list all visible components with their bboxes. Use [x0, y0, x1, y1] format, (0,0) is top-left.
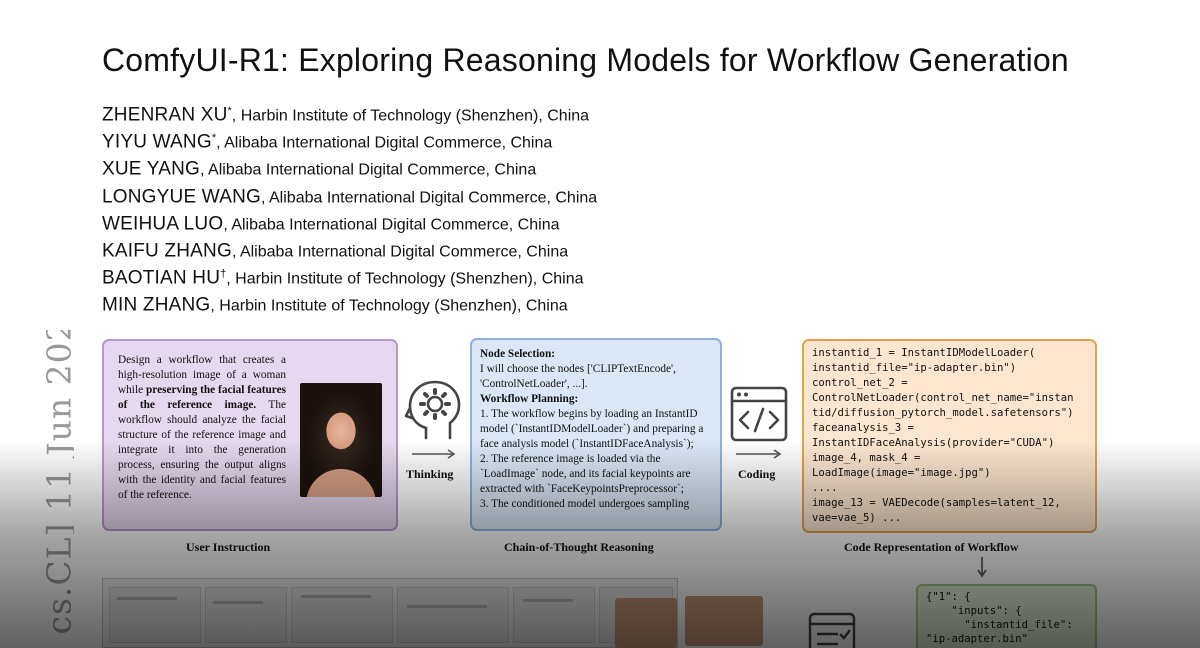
author-line: BAOTIAN HU†, Harbin Institute of Technol…: [102, 261, 597, 288]
author-name: BAOTIAN HU: [102, 267, 221, 289]
author-line: LONGYUE WANG, Alibaba International Digi…: [102, 180, 597, 207]
paper-page: cs.CL] 11 Jun 2025 ComfyUI-R1: Exploring…: [0, 0, 1200, 648]
author-line: KAIFU ZHANG, Alibaba International Digit…: [102, 234, 597, 261]
reference-face-image: [300, 383, 382, 497]
user-instruction-caption: User Instruction: [186, 540, 271, 554]
code-text: instantid_1 = InstantIDModelLoader( inst…: [812, 347, 1074, 524]
author-list: ZHENRAN XU*, Harbin Institute of Technol…: [102, 98, 597, 316]
paper-title: ComfyUI-R1: Exploring Reasoning Models f…: [102, 42, 1069, 78]
output-thumbnail: [615, 598, 677, 648]
thinking-label: Thinking: [406, 467, 454, 481]
output-thumbnail: [685, 596, 763, 646]
plan-step: 3. The conditioned model undergoes sampl…: [480, 498, 690, 510]
plan-step: 1. The workflow begins by loading an Ins…: [480, 408, 704, 450]
author-name: ZHENRAN XU: [102, 104, 228, 126]
author-name: KAIFU ZHANG: [102, 240, 232, 262]
author-affiliation: , Alibaba International Digital Commerce…: [223, 216, 560, 234]
down-arrow: [977, 557, 987, 578]
author-line: XUE YANG, Alibaba International Digital …: [102, 152, 597, 180]
author-line: MIN ZHANG, Harbin Institute of Technolog…: [102, 288, 597, 316]
cot-text: Node Selection: I will choose the nodes …: [480, 347, 716, 512]
code-representation-box: instantid_1 = InstantIDModelLoader( inst…: [802, 339, 1097, 533]
arxiv-stamp: cs.CL] 11 Jun 2025: [44, 330, 74, 648]
json-workflow-box: {"1": { "inputs": { "instantid_file": "i…: [916, 584, 1097, 648]
checklist-icon: [808, 612, 856, 648]
comfyui-screenshot: [102, 578, 678, 648]
user-instruction-text: Design a workflow that creates a high-re…: [118, 353, 286, 503]
author-name: LONGYUE WANG: [102, 185, 261, 207]
workflow-planning-heading: Workflow Planning:: [480, 393, 579, 405]
author-affiliation: , Alibaba International Digital Commerce…: [200, 161, 537, 179]
user-instruction-box: Design a workflow that creates a high-re…: [102, 339, 398, 531]
author-name: XUE YANG: [102, 158, 201, 180]
plan-step: 2. The reference image is loaded via the…: [480, 453, 691, 495]
author-name: WEIHUA LUO: [102, 213, 224, 235]
author-line: WEIHUA LUO, Alibaba International Digita…: [102, 207, 597, 234]
code-caption: Code Representation of Workflow: [844, 540, 1019, 554]
cot-reasoning-box: Node Selection: I will choose the nodes …: [470, 338, 722, 531]
author-affiliation: , Alibaba International Digital Commerce…: [231, 243, 569, 261]
author-line: YIYU WANG*, Alibaba International Digita…: [102, 125, 597, 153]
brain-gear-icon: [404, 378, 466, 448]
cot-caption: Chain-of-Thought Reasoning: [504, 540, 654, 554]
thinking-arrow: [412, 449, 456, 459]
author-line: ZHENRAN XU*, Harbin Institute of Technol…: [102, 98, 597, 125]
author-affiliation: , Alibaba International Digital Commerce…: [261, 188, 598, 206]
author-affiliation: , Harbin Institute of Technology (Shenzh…: [210, 297, 568, 315]
author-affiliation: , Alibaba International Digital Commerce…: [216, 134, 553, 152]
coding-arrow: [736, 449, 782, 459]
arxiv-stamp-text: cs.CL] 11 Jun 2025: [44, 330, 74, 635]
author-name: YIYU WANG: [102, 131, 212, 153]
code-window-icon: [730, 386, 788, 446]
json-text: {"1": { "inputs": { "instantid_file": "i…: [926, 591, 1073, 645]
author-affiliation: , Harbin Institute of Technology (Shenzh…: [231, 107, 590, 125]
author-affiliation: , Harbin Institute of Technology (Shenzh…: [226, 270, 584, 288]
node-selection-heading: Node Selection:: [480, 348, 555, 360]
author-name: MIN ZHANG: [102, 294, 211, 316]
coding-label: Coding: [738, 467, 776, 481]
node-selection-text: I will choose the nodes ['CLIPTextEncode…: [480, 363, 676, 390]
user-text-part: The workflow should analyze the facial s…: [118, 399, 286, 501]
